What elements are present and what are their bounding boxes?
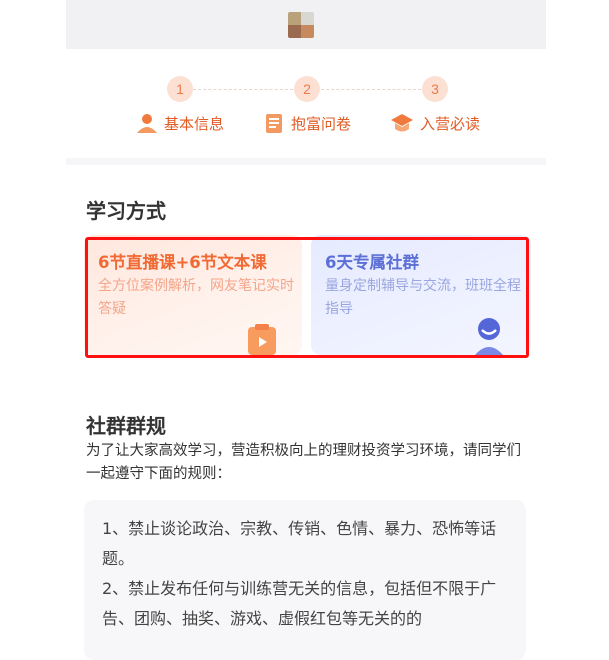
header-bar (66, 0, 546, 49)
step-label: 基本信息 (163, 114, 224, 133)
graduation-cap-icon (390, 114, 413, 132)
community-intro: 为了让大家高效学习，营造积极向上的理财投资学习环境，请同学们一起遵守下面的规则： (86, 443, 521, 482)
step-indicator: 1 基本信息 2 抱富问卷 3 入营必读 (66, 49, 546, 159)
section-divider (66, 158, 546, 165)
user-icon (136, 114, 157, 133)
avatar (288, 12, 314, 38)
rule-item: 1、禁止谈论政治、宗教、传销、色情、暴力、恐怖等话题。 (102, 519, 497, 568)
step-number: 2 (294, 76, 320, 102)
highlight-box (85, 237, 529, 358)
step-number: 1 (167, 76, 193, 102)
step-label: 抱富问卷 (290, 114, 351, 133)
step-number: 3 (422, 76, 448, 102)
step-label: 入营必读 (419, 114, 480, 133)
learning-section-title: 学习方式 (86, 199, 166, 223)
rules-box: 1、禁止谈论政治、宗教、传销、色情、暴力、恐怖等话题。 2、禁止发布任何与训练营… (84, 500, 526, 660)
questionnaire-icon (265, 114, 282, 133)
step-1[interactable]: 1 基本信息 (120, 76, 240, 134)
step-2[interactable]: 2 抱富问卷 (247, 76, 367, 134)
community-section-title: 社群群规 (86, 414, 166, 438)
step-3[interactable]: 3 入营必读 (375, 76, 495, 134)
rule-item: 2、禁止发布任何与训练营无关的信息，包括但不限于广告、团购、抽奖、游戏、虚假红包… (102, 579, 497, 628)
